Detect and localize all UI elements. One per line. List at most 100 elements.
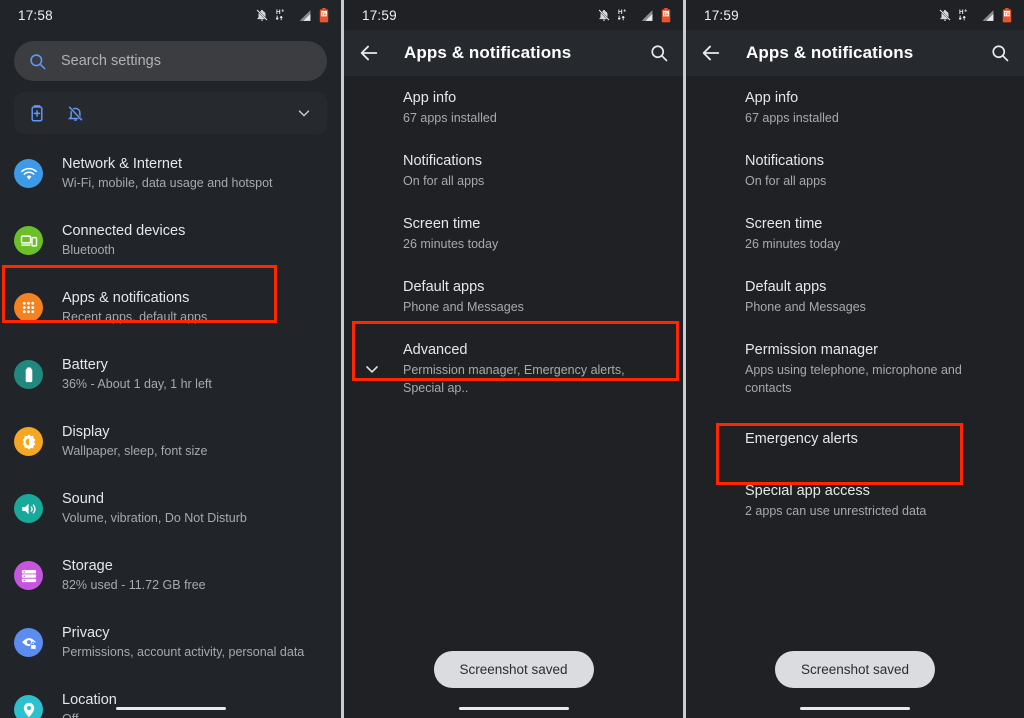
search-input[interactable] [61, 53, 313, 69]
home-indicator[interactable] [115, 707, 226, 710]
settings-row-subtitle: Volume, vibration, Do Not Disturb [62, 511, 247, 525]
settings-row-location[interactable]: Location Off [0, 676, 341, 718]
search-icon [30, 53, 46, 69]
row-title: Advanced [403, 342, 468, 358]
status-bar-2: 17:59 H + TA [344, 0, 683, 30]
row-screen-time[interactable]: Screen time 26 minutes today [344, 202, 683, 265]
connected-devices-icon [20, 234, 37, 247]
settings-row-title: Sound [62, 491, 104, 507]
hplus-data-icon: H + [276, 9, 284, 21]
row-title: Permission manager [745, 342, 878, 358]
search-icon[interactable] [990, 43, 1010, 63]
storage-icon-badge [14, 561, 43, 590]
svg-text:TA: TA [321, 11, 326, 16]
hplus-data-icon: H + [618, 9, 626, 21]
row-default-apps[interactable]: Default apps Phone and Messages [686, 265, 1024, 328]
settings-row-connected-devices[interactable]: Connected devices Bluetooth [0, 207, 341, 274]
battery-icon-badge [14, 360, 43, 389]
status-time: 17:59 [362, 7, 397, 23]
settings-row-subtitle: Off [62, 711, 117, 718]
row-subtitle: 67 apps installed [745, 111, 839, 125]
settings-row-title: Network & Internet [62, 156, 183, 172]
search-icon[interactable] [649, 43, 669, 63]
back-arrow-icon[interactable] [358, 42, 380, 64]
row-subtitle: 2 apps can use unrestricted data [745, 504, 927, 518]
settings-row-apps-notifications[interactable]: Apps & notifications Recent apps, defaul… [0, 274, 341, 341]
row-title: Emergency alerts [745, 431, 858, 447]
chevron-down-icon[interactable] [295, 104, 313, 122]
quick-settings-bar[interactable] [14, 92, 327, 134]
row-subtitle: On for all apps [745, 174, 827, 188]
settings-row-title: Display [62, 424, 110, 440]
status-icon-group: H + TA [597, 7, 671, 23]
connected-devices-icon-badge [14, 226, 43, 255]
location-pin-icon [23, 702, 34, 717]
page-title: Apps & notifications [404, 43, 572, 62]
settings-row-battery[interactable]: Battery 36% - About 1 day, 1 hr left [0, 341, 341, 408]
notifications-off-icon[interactable] [66, 104, 85, 123]
settings-row-subtitle: Recent apps, default apps [62, 310, 208, 324]
svg-text:+: + [623, 9, 626, 15]
row-notifications[interactable]: Notifications On for all apps [344, 139, 683, 202]
svg-text:H: H [276, 9, 281, 16]
row-notifications[interactable]: Notifications On for all apps [686, 139, 1024, 202]
location-pin-icon-badge [14, 695, 43, 718]
row-title: Screen time [403, 216, 481, 232]
panel-apps-notifications-expanded: 17:59 H + TA Apps & notifications App in… [686, 0, 1024, 718]
signal-bars-icon [982, 9, 994, 21]
settings-row-privacy[interactable]: Privacy Permissions, account activity, p… [0, 609, 341, 676]
row-app-info[interactable]: App info 67 apps installed [686, 76, 1024, 139]
row-title: App info [403, 90, 457, 106]
battery-plus-icon[interactable] [28, 104, 46, 122]
svg-text:TA: TA [1004, 11, 1009, 16]
home-indicator[interactable] [800, 707, 910, 710]
notifications-off-icon [939, 9, 951, 21]
privacy-eye-icon [21, 637, 37, 650]
settings-row-title: Location [62, 692, 117, 708]
brightness-icon [22, 433, 35, 450]
row-title: Special app access [745, 483, 870, 499]
row-subtitle: On for all apps [403, 174, 485, 188]
notifications-off-icon [598, 9, 610, 21]
hplus-data-icon: H + [959, 9, 967, 21]
row-emergency-alerts[interactable]: Emergency alerts [686, 409, 1024, 469]
home-indicator[interactable] [458, 707, 569, 710]
battery-saver-icon: TA [319, 7, 329, 22]
row-title: Default apps [403, 279, 485, 295]
chevron-down-icon[interactable] [362, 359, 382, 379]
signal-bars-icon [299, 9, 311, 21]
row-title: Default apps [745, 279, 827, 295]
apps-grid-icon [22, 301, 35, 314]
panel-apps-notifications-collapsed: 17:59 H + TA Apps & notifications App in… [344, 0, 683, 718]
battery-saver-icon: TA [1002, 7, 1012, 22]
settings-row-title: Storage [62, 558, 113, 574]
row-permission-manager[interactable]: Permission manager Apps using telephone,… [686, 328, 1024, 409]
settings-row-storage[interactable]: Storage 82% used - 11.72 GB free [0, 542, 341, 609]
settings-row-title: Connected devices [62, 223, 186, 239]
wifi-icon-badge [14, 159, 43, 188]
settings-row-network[interactable]: Network & Internet Wi-Fi, mobile, data u… [0, 140, 341, 207]
svg-text:H: H [959, 9, 964, 16]
row-default-apps[interactable]: Default apps Phone and Messages [344, 265, 683, 328]
status-time: 17:59 [704, 7, 739, 23]
row-title: Screen time [745, 216, 823, 232]
volume-icon [21, 503, 36, 514]
svg-text:+: + [281, 9, 284, 15]
settings-row-subtitle: 36% - About 1 day, 1 hr left [62, 377, 212, 391]
status-bar-1: 17:58 H + TA [0, 0, 341, 30]
settings-row-display[interactable]: Display Wallpaper, sleep, font size [0, 408, 341, 475]
signal-bars-icon [641, 9, 653, 21]
search-settings-bar[interactable] [14, 41, 327, 81]
row-subtitle: Phone and Messages [745, 300, 866, 314]
settings-row-title: Apps & notifications [62, 290, 190, 306]
settings-list: Network & Internet Wi-Fi, mobile, data u… [0, 134, 341, 718]
settings-row-subtitle: Wi-Fi, mobile, data usage and hotspot [62, 176, 273, 190]
app-bar-2: Apps & notifications [344, 30, 683, 76]
back-arrow-icon[interactable] [700, 42, 722, 64]
row-special-app-access[interactable]: Special app access 2 apps can use unrest… [686, 469, 1024, 532]
row-advanced[interactable]: Advanced Permission manager, Emergency a… [344, 328, 683, 409]
settings-row-sound[interactable]: Sound Volume, vibration, Do Not Disturb [0, 475, 341, 542]
row-screen-time[interactable]: Screen time 26 minutes today [686, 202, 1024, 265]
row-app-info[interactable]: App info 67 apps installed [344, 76, 683, 139]
page-title: Apps & notifications [746, 43, 914, 62]
